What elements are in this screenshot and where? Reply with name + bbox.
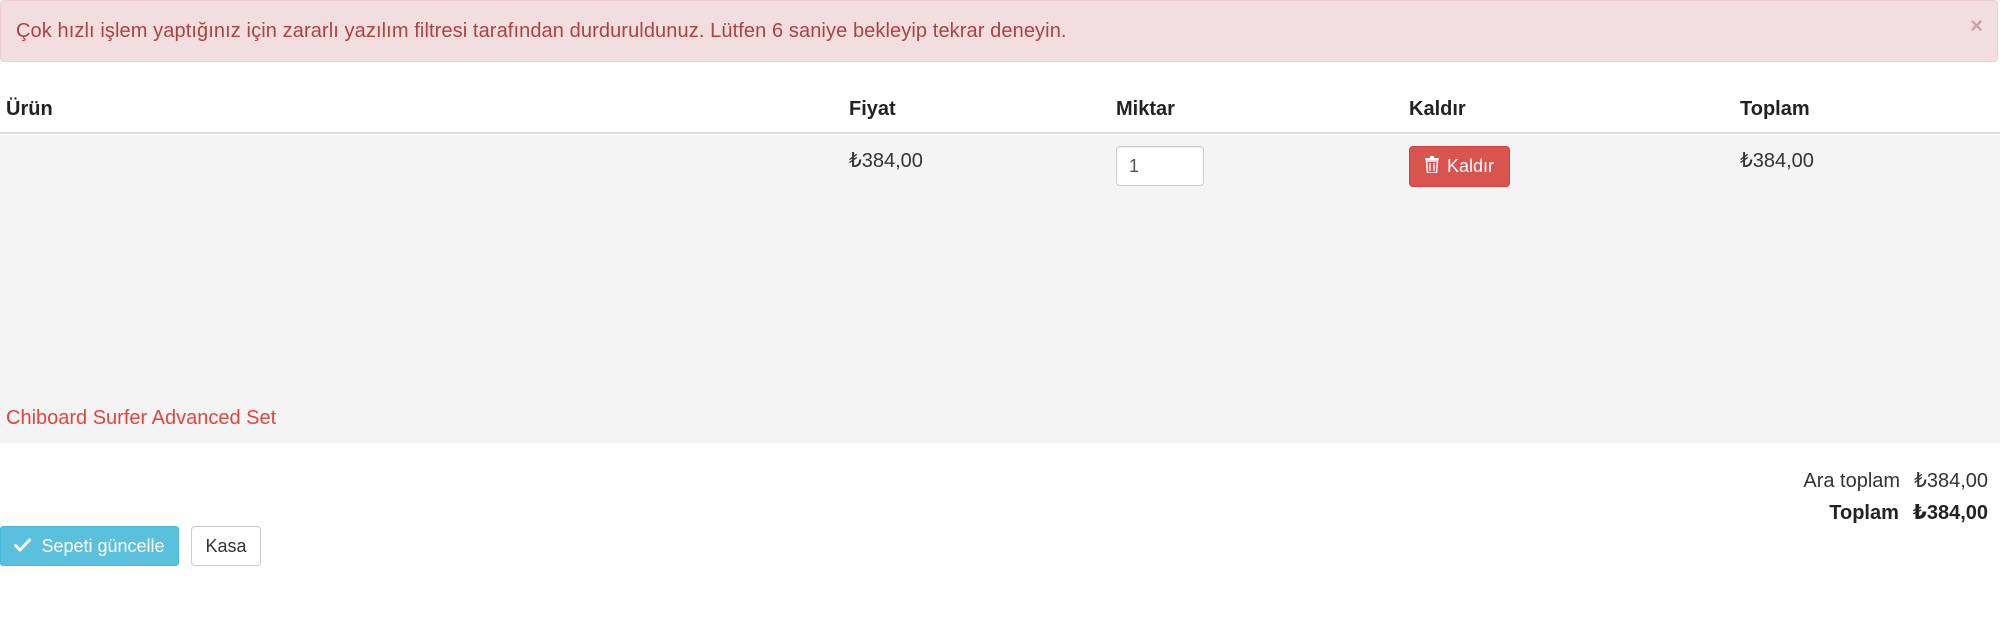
checkout-label: Kasa	[205, 535, 247, 556]
product-link[interactable]: Chiboard Surfer Advanced Set	[6, 407, 276, 430]
alert-message: Çok hızlı işlem yaptığınız için zararlı …	[16, 20, 1067, 42]
trash-icon	[1424, 155, 1439, 178]
subtotal-label: Ara toplam	[1803, 470, 1901, 492]
total-line: Toplam ₺384,00	[1829, 500, 1988, 525]
cart-page: Çok hızlı işlem yaptığınız için zararlı …	[0, 0, 2000, 637]
table-row: ₺384,00 Kaldır ₺384,00 Chiboard Surfer A…	[0, 135, 2000, 443]
column-quantity: Miktar	[1116, 98, 1175, 120]
total-label: Toplam	[1829, 502, 1899, 524]
column-total: Toplam	[1740, 98, 1810, 120]
remove-button[interactable]: Kaldır	[1409, 146, 1510, 187]
subtotal-value: ₺384,00	[1914, 470, 1988, 492]
column-price: Fiyat	[849, 98, 896, 120]
total-value: ₺384,00	[1912, 502, 1988, 524]
rate-limit-alert: Çok hızlı işlem yaptığınız için zararlı …	[0, 0, 1998, 62]
item-price: ₺384,00	[849, 150, 923, 172]
close-icon[interactable]: ×	[1970, 15, 1983, 37]
cart-table-header: Ürün Fiyat Miktar Kaldır Toplam	[0, 92, 2000, 134]
remove-button-label: Kaldır	[1446, 156, 1495, 176]
update-cart-button[interactable]: Sepeti güncelle	[0, 526, 179, 566]
column-product: Ürün	[6, 98, 53, 120]
update-cart-label: Sepeti güncelle	[41, 535, 165, 556]
checkout-button[interactable]: Kasa	[191, 526, 261, 566]
item-total: ₺384,00	[1740, 150, 1814, 172]
quantity-input[interactable]	[1116, 146, 1204, 186]
subtotal-line: Ara toplam ₺384,00	[1803, 468, 1988, 493]
check-icon	[14, 536, 32, 557]
column-remove: Kaldır	[1409, 98, 1466, 120]
